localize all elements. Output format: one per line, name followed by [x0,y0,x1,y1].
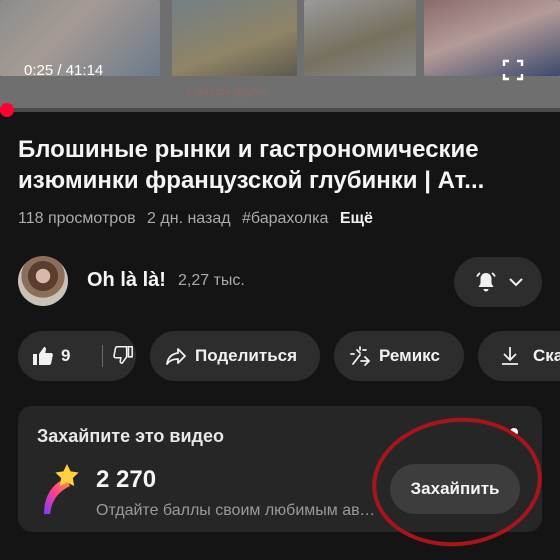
hype-points: 2 270 [96,466,157,493]
view-count: 118 просмотров [18,210,136,227]
subscriber-count: 2,27 тыс. [178,272,245,289]
remix-button[interactable]: Ремикс [334,331,464,381]
like-count[interactable]: 9 [61,346,70,366]
hashtag-link[interactable]: #барахолка [242,210,328,227]
divider [102,345,103,367]
download-icon [502,347,518,365]
time-separator: / [53,62,66,79]
like-dislike-group: 9 [18,331,136,381]
fullscreen-icon[interactable] [502,59,524,81]
share-button[interactable]: Поделиться [150,331,320,381]
download-button[interactable]: Скачать [478,331,560,381]
shooting-star-icon [44,464,79,514]
share-label: Поделиться [195,346,298,365]
upload-age: 2 дн. назад [147,210,231,227]
video-caption: и многое другое [186,86,268,98]
action-bar: 9 Поделиться Ремикс Скачать [0,331,560,381]
remix-icon [350,346,371,366]
video-frame-thumbnail [304,0,416,76]
video-frame-thumbnail [172,0,297,76]
channel-avatar[interactable] [18,256,68,306]
time-current: 0:25 [24,62,54,79]
hype-title: Захайпите это видео [37,426,224,446]
video-title-line: Блошиные рынки и гастрономические [18,136,479,163]
more-link[interactable]: Ещё [340,210,373,227]
notifications-button[interactable] [454,257,542,307]
thumbs-up-icon[interactable] [31,344,55,368]
hype-description: Отдайте баллы своим любимым авторам [96,502,376,519]
bell-icon [476,272,496,292]
video-frame-thumbnail [424,0,560,76]
share-icon [166,348,186,365]
video-title-line: изюминки французской глубинки | Ат... [18,167,485,194]
video-player[interactable]: и многое другое 0:25 / 41:14 [0,0,560,108]
video-meta[interactable]: 118 просмотров 2 дн. назад #барахолка Ещ… [18,210,380,228]
thumbs-down-icon[interactable] [112,344,134,366]
download-label: Скачать [533,346,560,365]
scrubber-handle[interactable] [0,103,14,117]
remix-label: Ремикс [379,346,440,365]
progress-bar[interactable] [0,108,560,112]
timecode: 0:25 / 41:14 [24,62,103,79]
time-total: 41:14 [65,62,104,79]
video-title[interactable]: Блошиные рынки и гастрономические изюмин… [18,134,546,196]
channel-name[interactable]: Oh là là! [87,269,166,292]
chevron-down-icon [509,278,523,287]
